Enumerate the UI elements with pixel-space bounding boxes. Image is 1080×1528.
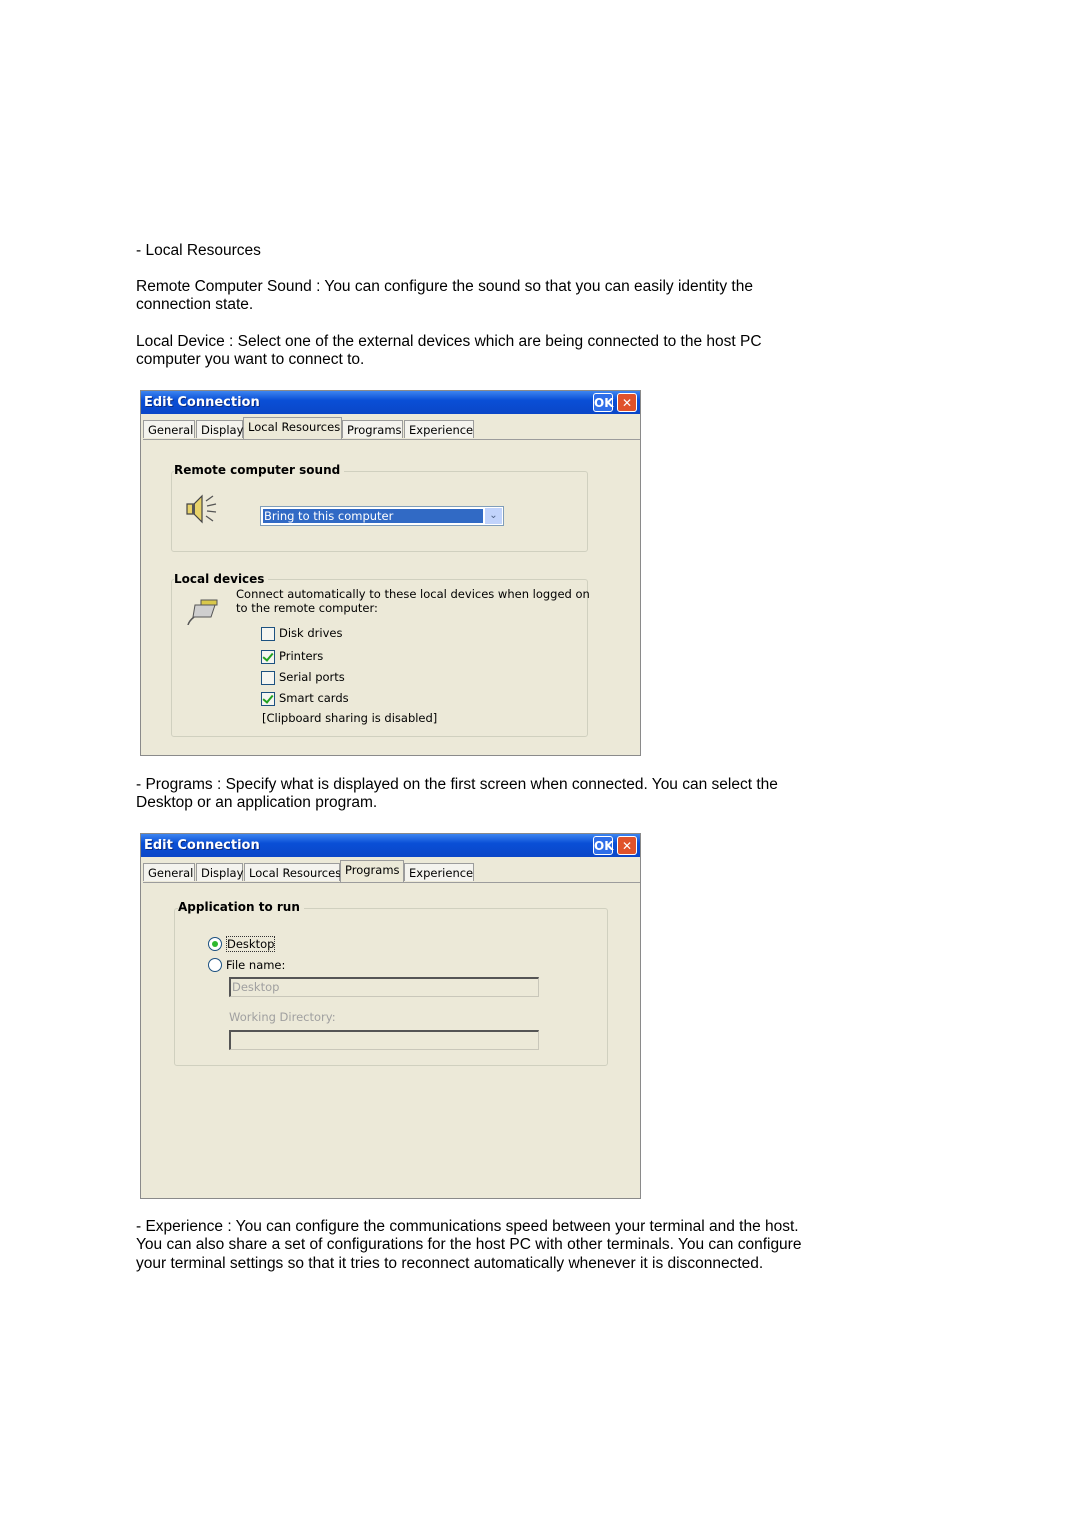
file-name-radio[interactable]: [208, 958, 222, 972]
tab-display[interactable]: Display: [196, 863, 243, 881]
disk-drives-label: Disk drives: [279, 626, 343, 640]
clipboard-note: [Clipboard sharing is disabled]: [262, 711, 438, 725]
serial-ports-checkbox[interactable]: [261, 671, 275, 685]
working-directory-input[interactable]: [229, 1030, 539, 1050]
remote-sound-group-label: Remote computer sound: [174, 463, 345, 477]
file-name-input[interactable]: Desktop: [229, 977, 539, 997]
local-devices-group-label: Local devices: [174, 572, 269, 586]
tab-experience[interactable]: Experience: [404, 863, 474, 881]
ok-button[interactable]: OK: [593, 836, 614, 855]
printers-label: Printers: [279, 649, 324, 663]
devices-description-line1: Connect automatically to these local dev…: [236, 587, 590, 601]
paragraph-programs: - Programs : Specify what is displayed o…: [136, 776, 778, 812]
sound-dropdown[interactable]: Bring to this computer ⌄: [260, 506, 504, 526]
close-button[interactable]: ✕: [617, 836, 637, 855]
dialog-title: Edit Connection: [141, 391, 640, 414]
paragraph-experience: - Experience : You can configure the com…: [136, 1218, 802, 1272]
file-name-radio-label: File name:: [226, 958, 286, 972]
close-button[interactable]: ✕: [617, 393, 637, 412]
tab-local-resources[interactable]: Local Resources: [244, 863, 341, 881]
tab-general[interactable]: General: [143, 420, 195, 438]
tab-programs[interactable]: Programs: [342, 420, 403, 438]
desktop-radio[interactable]: [208, 937, 222, 951]
tab-display[interactable]: Display: [196, 420, 243, 438]
sound-dropdown-value: Bring to this computer: [263, 509, 483, 523]
tab-general[interactable]: General: [143, 863, 195, 881]
smart-cards-label: Smart cards: [279, 691, 349, 705]
tab-experience[interactable]: Experience: [404, 420, 474, 438]
tab-programs[interactable]: Programs: [340, 860, 404, 882]
chevron-down-icon[interactable]: ⌄: [485, 508, 502, 524]
plug-icon: [187, 599, 218, 625]
document-page: - Local Resources Remote Computer Sound …: [0, 0, 1080, 1528]
desktop-radio-label: Desktop: [226, 936, 276, 952]
section-heading-local-resources: - Local Resources: [136, 242, 261, 259]
speaker-icon: [186, 494, 217, 524]
tab-local-resources[interactable]: Local Resources: [243, 417, 342, 439]
dialog-title: Edit Connection: [141, 834, 640, 857]
paragraph-remote-sound: Remote Computer Sound : You can configur…: [136, 278, 753, 314]
paragraph-local-device: Local Device : Select one of the externa…: [136, 333, 762, 369]
ok-button[interactable]: OK: [593, 393, 614, 412]
working-directory-label: Working Directory:: [229, 1010, 336, 1024]
tab-bar: General Display Local Resources Programs…: [143, 860, 640, 883]
serial-ports-label: Serial ports: [279, 670, 345, 684]
devices-description-line2: to the remote computer:: [236, 601, 378, 615]
smart-cards-checkbox[interactable]: [261, 692, 275, 706]
edit-connection-dialog-local-resources: Edit Connection OK ✕ General Display Loc…: [140, 390, 641, 756]
edit-connection-dialog-programs: Edit Connection OK ✕ General Display Loc…: [140, 833, 641, 1199]
application-group-label: Application to run: [178, 900, 304, 914]
printers-checkbox[interactable]: [261, 650, 275, 664]
tab-bar: General Display Local Resources Programs…: [143, 417, 640, 440]
disk-drives-checkbox[interactable]: [261, 627, 275, 641]
